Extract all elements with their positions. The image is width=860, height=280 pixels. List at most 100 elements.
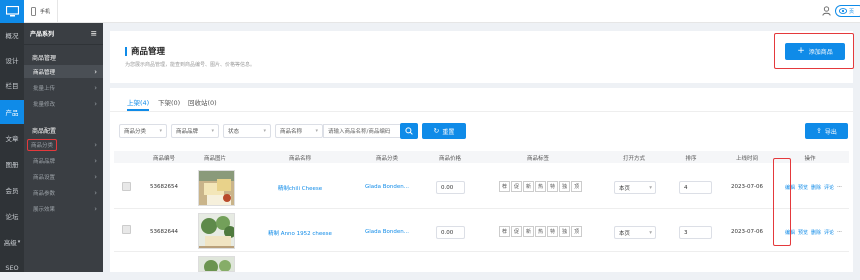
monitor-icon[interactable] <box>0 0 24 23</box>
table-header: 商品编号 商品图片 商品名称 商品分类 商品价格 商品标签 打开方式 排序 上线… <box>114 151 849 163</box>
status-select[interactable]: 状态 ▾ <box>223 124 271 138</box>
search-input[interactable]: 请输入商品名称/商品编码 <box>323 124 400 138</box>
table-row: 53682644 精制 Anno 1952 cheese Glada Bonde… <box>114 210 849 252</box>
preview-link[interactable]: 预览 <box>798 229 808 236</box>
row-actions: 编辑 预览 删除 评论 ··· <box>785 229 842 236</box>
delete-link[interactable]: 删除 <box>811 229 821 236</box>
search-field-select[interactable]: 商品名称 ▾ <box>275 124 323 138</box>
sidebar-item-goods-settings[interactable]: 商品设置 › <box>24 170 103 183</box>
chevron-down-icon: ▾ <box>315 128 318 134</box>
plus-icon: + <box>797 46 805 56</box>
tab-on-shelf[interactable]: 上架(4) <box>127 97 149 107</box>
page-title: 商品管理 <box>131 47 166 57</box>
search-button[interactable] <box>400 123 418 139</box>
tag-special[interactable]: 特 <box>547 181 558 192</box>
tag-promo[interactable]: 促 <box>511 226 522 237</box>
tag-promo[interactable]: 促 <box>511 181 522 192</box>
tag-hot[interactable]: 热 <box>535 226 546 237</box>
sidebar-item-batch-edit[interactable]: 批量修改 › <box>24 97 103 110</box>
more-icon[interactable]: ··· <box>837 229 842 236</box>
tag-top[interactable]: 顶 <box>571 181 582 192</box>
phone-icon <box>31 7 36 16</box>
comment-link[interactable]: 评论 <box>824 229 834 236</box>
more-icon[interactable]: ··· <box>837 184 842 191</box>
sort-input[interactable]: 3 <box>679 226 712 239</box>
preview-button[interactable]: 页 <box>835 5 860 17</box>
nav-advanced[interactable]: 高级 ▾ <box>0 230 24 254</box>
open-mode-select[interactable]: 本页 ▾ <box>614 226 656 239</box>
column-header: 商品名称 <box>288 156 312 162</box>
chevron-right-icon: › <box>94 83 97 92</box>
online-date: 2023-07-06 <box>731 184 763 190</box>
search-field-value: 商品名称 <box>280 129 303 135</box>
sidebar-item-label: 批量修改 <box>33 101 56 108</box>
export-button[interactable]: ⇪ 导出 <box>805 123 848 139</box>
column-header: 操作 <box>804 156 816 162</box>
tag-new[interactable]: 新 <box>523 181 534 192</box>
sort-input[interactable]: 4 <box>679 181 712 194</box>
price-input[interactable]: 0.00 <box>436 181 465 194</box>
tag-special[interactable]: 特 <box>547 226 558 237</box>
sidebar-item-goods-category[interactable]: 商品分类 › <box>24 138 103 151</box>
nav-members[interactable]: 会员 <box>0 178 24 202</box>
product-name-link[interactable]: 精制 Anno 1952 cheese <box>268 229 332 237</box>
nav-design[interactable]: 设计 <box>0 48 24 72</box>
sidebar-item-label-highlighted: 商品分类 <box>27 138 58 151</box>
tag-top[interactable]: 顶 <box>571 226 582 237</box>
chevron-right-icon: › <box>94 156 97 165</box>
row-checkbox[interactable] <box>122 225 131 234</box>
comment-link[interactable]: 评论 <box>824 184 834 191</box>
sidebar-item-goods-brand[interactable]: 商品品牌 › <box>24 154 103 167</box>
chevron-down-icon: ▾ <box>263 128 266 134</box>
user-icon[interactable] <box>822 6 831 18</box>
nav-albums[interactable]: 图册 <box>0 152 24 176</box>
product-category-link[interactable]: Glada Bonden... <box>365 229 409 235</box>
tag-recommend[interactable]: 荐 <box>499 226 510 237</box>
nav-forum[interactable]: 论坛 <box>0 204 24 228</box>
tag-hot[interactable]: 热 <box>535 181 546 192</box>
chevron-down-icon: ▾ <box>159 128 162 134</box>
collapse-menu-icon[interactable]: ≡ <box>90 29 97 38</box>
tab-off-shelf[interactable]: 下架(0) <box>158 97 180 107</box>
device-switch[interactable]: 手机 <box>26 0 58 23</box>
sidebar-item-display-effect[interactable]: 展示效果 › <box>24 202 103 215</box>
add-product-label: 添加商品 <box>808 49 833 56</box>
reset-button[interactable]: ↻ 重置 <box>422 123 466 139</box>
table-row <box>114 253 849 272</box>
column-header: 商品编号 <box>152 156 176 162</box>
product-id: 53682654 <box>150 184 178 190</box>
nav-columns[interactable]: 栏目 <box>0 73 24 97</box>
sidebar-item-batch-upload[interactable]: 批量上传 › <box>24 81 103 94</box>
sidebar-item-label: 展示效果 <box>33 206 56 213</box>
column-header: 商品分类 <box>375 156 399 162</box>
price-input[interactable]: 0.00 <box>436 226 465 239</box>
product-list-card: 上架(4) 下架(0) 回收站(0) 商品分类 ▾ 商品品牌 ▾ 状态 ▾ 商品名称 ▾… <box>110 88 853 272</box>
preview-link[interactable]: 预览 <box>798 184 808 191</box>
nav-overview[interactable]: 概况 <box>0 23 24 47</box>
add-product-button[interactable]: + 添加商品 <box>785 43 845 60</box>
tag-recommend[interactable]: 荐 <box>499 181 510 192</box>
column-header: 打开方式 <box>622 156 646 162</box>
tag-exclusive[interactable]: 独 <box>559 226 570 237</box>
side-panel-header: 产品系列 ≡ <box>24 23 103 45</box>
brand-select[interactable]: 商品品牌 ▾ <box>171 124 219 138</box>
open-mode-select[interactable]: 本页 ▾ <box>614 181 656 194</box>
sidebar-item-goods-params[interactable]: 商品参数 › <box>24 186 103 199</box>
tag-exclusive[interactable]: 独 <box>559 181 570 192</box>
sidebar-item-goods-management[interactable]: 商品管理 › <box>24 65 103 78</box>
delete-link[interactable]: 删除 <box>811 184 821 191</box>
product-name-link[interactable]: 精制chili Cheese <box>278 184 322 192</box>
tag-new[interactable]: 新 <box>523 226 534 237</box>
sidebar-item-label: 商品设置 <box>33 174 56 181</box>
nav-products[interactable]: 产品 <box>0 100 24 124</box>
row-actions: 编辑 预览 删除 评论 ··· <box>785 184 842 191</box>
nav-articles[interactable]: 文章 <box>0 126 24 150</box>
row-checkbox[interactable] <box>122 182 131 191</box>
online-date: 2023-07-06 <box>731 229 763 235</box>
nav-seo[interactable]: SEO <box>0 256 24 280</box>
sidebar-item-label: 商品参数 <box>33 190 56 197</box>
tab-recycle-bin[interactable]: 回收站(0) <box>188 97 217 107</box>
product-category-link[interactable]: Glada Bonden... <box>365 184 409 190</box>
side-panel-title: 产品系列 <box>30 31 55 38</box>
category-select[interactable]: 商品分类 ▾ <box>119 124 167 138</box>
